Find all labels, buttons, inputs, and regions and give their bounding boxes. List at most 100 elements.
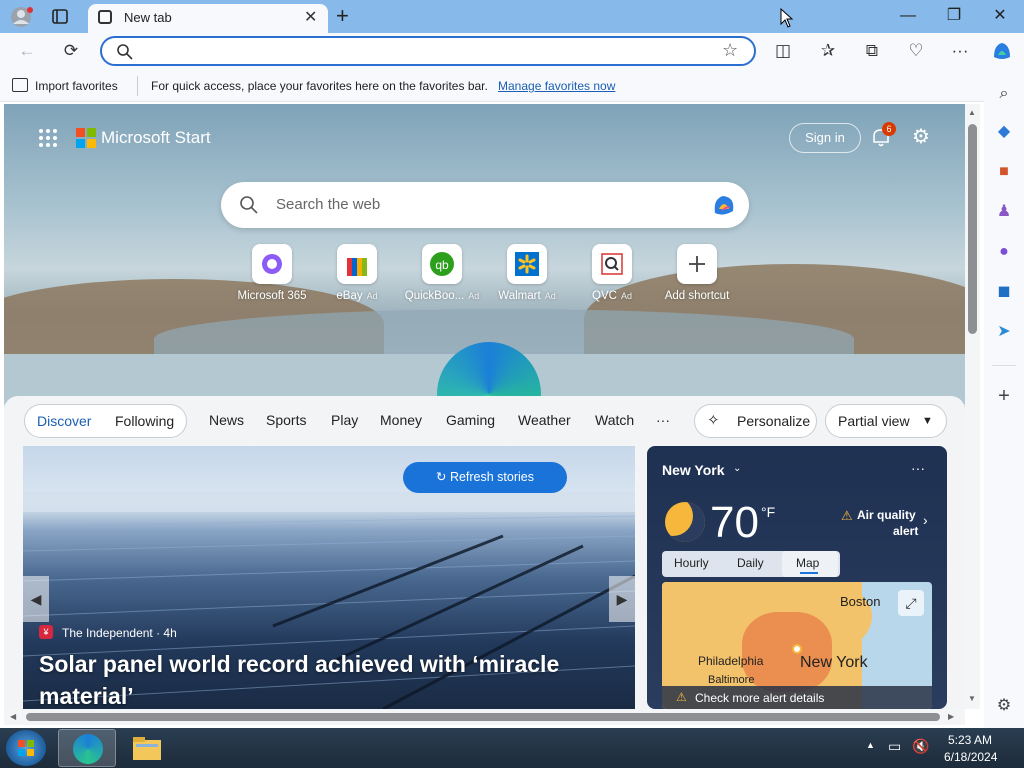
new-tab-button[interactable]: + xyxy=(336,3,360,29)
add-shortcut-button[interactable]: Add shortcut xyxy=(657,244,737,306)
profile-button[interactable] xyxy=(8,5,36,29)
weather-location[interactable]: New York xyxy=(662,462,725,478)
shortcut-label: QuickBoo... xyxy=(404,290,465,302)
tab-watch[interactable]: Watch xyxy=(595,412,634,428)
back-button[interactable]: ← xyxy=(14,38,40,64)
horizontal-scrollbar[interactable]: ◀ ▶ xyxy=(4,709,965,725)
view-mode-dropdown[interactable]: Partial view ▼ xyxy=(825,404,947,438)
tools-briefcase-icon[interactable]: ■ xyxy=(992,160,1016,184)
scroll-right-arrow[interactable]: ▶ xyxy=(948,712,954,721)
windows-taskbar: ▲ ▭ 🔇 5:23 AM 6/18/2024 xyxy=(0,728,1024,768)
personalize-button[interactable]: ✧ Personalize xyxy=(694,404,817,438)
split-screen-icon[interactable]: ◫ xyxy=(770,38,796,64)
weather-card[interactable]: New York ⌄ ··· 70 °F ⚠ Air quality alert… xyxy=(647,446,947,709)
close-tab-icon[interactable]: ✕ xyxy=(304,7,317,27)
search-icon xyxy=(117,44,133,60)
shortcut-qvc[interactable]: QVC Ad xyxy=(572,244,652,306)
telegram-send-icon[interactable]: ➤ xyxy=(992,320,1016,344)
title-bar: New tab ✕ + — ❐ ✕ xyxy=(0,0,1024,33)
tab-map-active[interactable]: Map xyxy=(782,551,838,577)
shortcut-label: QVC xyxy=(592,290,617,302)
carousel-prev-button[interactable]: ◀ xyxy=(23,576,49,622)
tab-money[interactable]: Money xyxy=(380,412,422,428)
add-sidebar-app-icon[interactable]: + xyxy=(992,384,1016,408)
qvc-logo-icon xyxy=(592,244,632,284)
refresh-stories-button[interactable]: ↻ Refresh stories xyxy=(403,462,567,493)
people-icon[interactable]: ♟ xyxy=(992,200,1016,224)
shortcut-microsoft-365[interactable]: Microsoft 365 xyxy=(232,244,312,306)
manage-favorites-link[interactable]: Manage favorites now xyxy=(498,79,615,93)
browser-essentials-icon[interactable]: ♡ xyxy=(903,38,929,64)
more-tabs-button[interactable]: ··· xyxy=(656,412,670,428)
tab-weather[interactable]: Weather xyxy=(518,412,571,428)
alert-details-bar[interactable]: ⚠ Check more alert details xyxy=(662,686,932,709)
tab-play[interactable]: Play xyxy=(331,412,358,428)
import-favorites-button[interactable]: Import favorites xyxy=(35,79,118,93)
shortcut-label: eBay xyxy=(336,290,363,302)
start-button[interactable] xyxy=(6,730,46,766)
alert-line-2[interactable]: alert xyxy=(893,524,918,538)
page-settings-gear-icon[interactable]: ⚙ xyxy=(910,126,932,148)
close-window-button[interactable]: ✕ xyxy=(978,4,1022,28)
sidebar-search-icon[interactable]: ⌕ xyxy=(992,82,1016,106)
notification-badge: 6 xyxy=(882,122,896,136)
web-search-box[interactable]: Search the web xyxy=(221,182,749,228)
tab-new-tab[interactable]: New tab ✕ xyxy=(88,4,328,33)
weather-more-icon[interactable]: ··· xyxy=(911,460,925,476)
top-story-card[interactable]: ↻ Refresh stories ◀ ▶ ¥ The Independent … xyxy=(23,446,635,709)
copilot-icon[interactable] xyxy=(990,39,1014,63)
alert-line-1[interactable]: Air quality xyxy=(857,508,916,522)
vertical-scroll-thumb[interactable] xyxy=(968,124,977,334)
carousel-next-button[interactable]: ▶ xyxy=(609,576,635,622)
horizontal-scroll-thumb[interactable] xyxy=(26,713,940,721)
sign-in-button[interactable]: Sign in xyxy=(789,123,861,153)
scroll-down-arrow[interactable]: ▼ xyxy=(968,694,976,703)
shopping-tag-icon[interactable]: ◆ xyxy=(992,120,1016,144)
outlook-icon[interactable]: ◼ xyxy=(992,280,1016,304)
settings-more-icon[interactable]: ··· xyxy=(947,38,973,64)
tab-following[interactable]: Following xyxy=(115,405,174,437)
scroll-left-arrow[interactable]: ◀ xyxy=(10,712,16,721)
network-icon[interactable]: ▭ xyxy=(888,738,901,755)
weather-map[interactable]: Boston Philadelphia New York Baltimore ⤢… xyxy=(662,582,932,709)
chevron-right-icon[interactable]: › xyxy=(923,512,928,528)
favorites-icon[interactable]: ✰ xyxy=(815,38,841,64)
clock-date[interactable]: 6/18/2024 xyxy=(944,750,997,764)
apps-launcher-icon[interactable] xyxy=(38,128,58,148)
shortcut-ebay[interactable]: eBay Ad xyxy=(317,244,397,306)
collections-icon[interactable]: ⧉ xyxy=(859,38,885,64)
m365-icon[interactable]: ● xyxy=(992,240,1016,264)
add-favorite-star-icon[interactable]: ☆ xyxy=(722,40,738,61)
chevron-down-icon[interactable]: ⌄ xyxy=(733,463,741,474)
search-icon xyxy=(240,196,258,214)
vertical-scrollbar[interactable]: ▲ ▼ xyxy=(965,104,980,709)
taskbar-explorer-button[interactable] xyxy=(130,732,164,764)
tab-gaming[interactable]: Gaming xyxy=(446,412,495,428)
location-pin-icon xyxy=(792,644,802,654)
shortcut-quickbooks[interactable]: qb QuickBoo... Ad xyxy=(402,244,482,306)
volume-muted-icon[interactable]: 🔇 xyxy=(912,738,929,755)
tab-news[interactable]: News xyxy=(209,412,244,428)
tab-sports[interactable]: Sports xyxy=(266,412,306,428)
tab-hourly[interactable]: Hourly xyxy=(674,556,709,570)
address-input[interactable] xyxy=(142,41,702,61)
tab-daily[interactable]: Daily xyxy=(737,556,764,570)
shortcut-walmart[interactable]: Walmart Ad xyxy=(487,244,567,306)
expand-map-icon[interactable]: ⤢ xyxy=(898,590,924,616)
scroll-up-arrow[interactable]: ▲ xyxy=(968,108,976,117)
story-headline[interactable]: Solar panel world record achieved with ‘… xyxy=(39,648,599,709)
tab-discover[interactable]: Discover xyxy=(37,405,91,437)
tab-actions-button[interactable] xyxy=(46,5,74,29)
taskbar-edge-button[interactable] xyxy=(58,729,116,767)
address-bar[interactable]: ☆ xyxy=(100,36,756,66)
refresh-button[interactable]: ⟳ xyxy=(58,38,84,64)
tab-title: New tab xyxy=(124,10,172,25)
copilot-search-icon[interactable] xyxy=(709,191,739,219)
sidebar-settings-icon[interactable]: ⚙ xyxy=(992,694,1016,718)
new-tab-page: Microsoft Start Sign in 6 ⚙ Search the w… xyxy=(4,104,965,709)
warning-icon: ⚠ xyxy=(841,508,853,523)
clock-time[interactable]: 5:23 AM xyxy=(948,733,992,747)
minimize-button[interactable]: — xyxy=(886,4,930,28)
restore-button[interactable]: ❐ xyxy=(932,4,976,28)
show-hidden-icons-icon[interactable]: ▲ xyxy=(866,740,875,750)
